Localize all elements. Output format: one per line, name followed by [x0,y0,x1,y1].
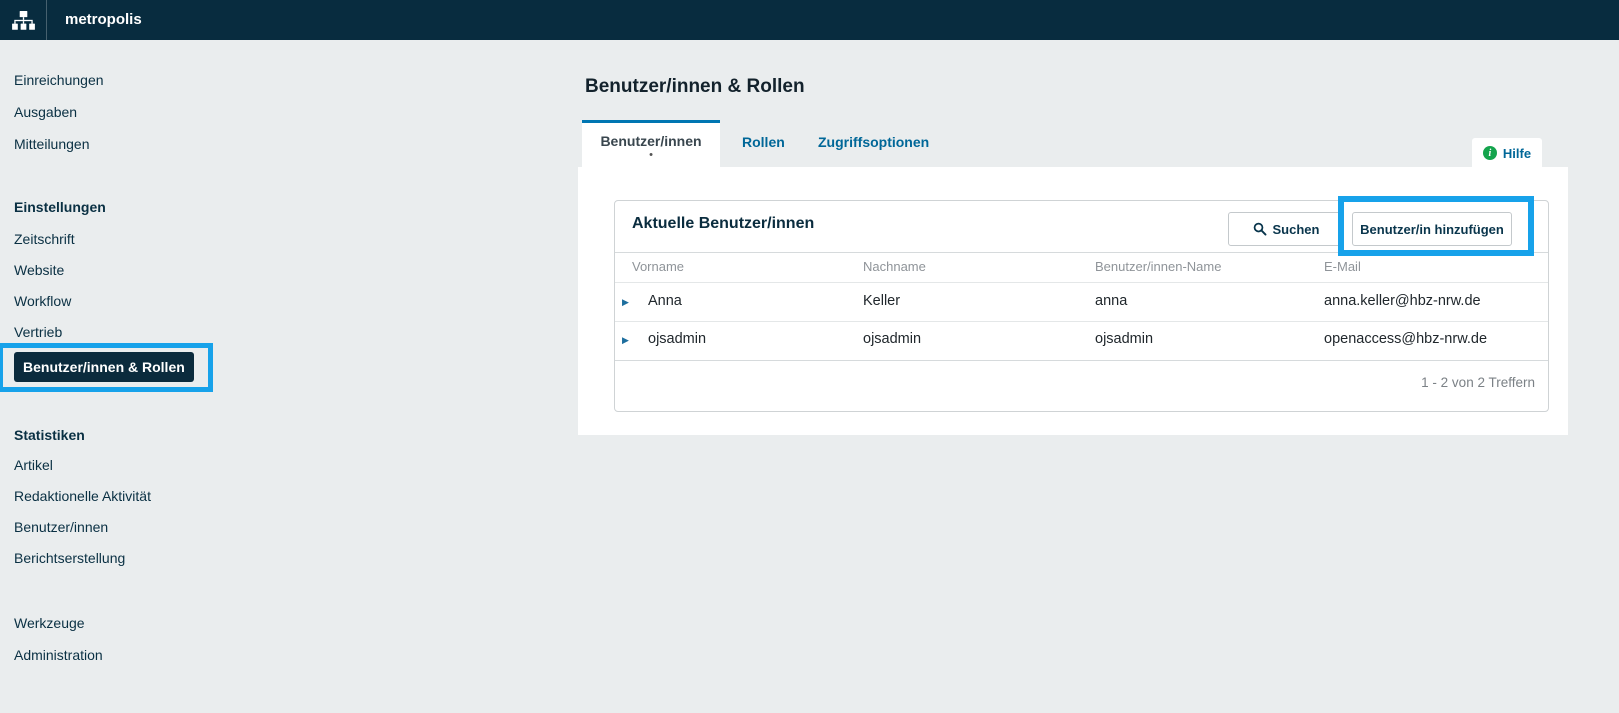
sidebar-item-einreichungen[interactable]: Einreichungen [14,72,104,88]
sidebar-section-statistiken: Statistiken [14,427,85,443]
cell-vorname: Anna [648,293,682,309]
results-count: 1 - 2 von 2 Treffern [1421,375,1535,390]
sidebar-item-redaktionelle-aktivitaet[interactable]: Redaktionelle Aktivität [14,488,151,504]
column-header-nachname: Nachname [863,259,926,274]
add-user-button-label: Benutzer/in hinzufügen [1360,222,1504,237]
cell-nachname: ojsadmin [863,331,921,347]
page-title: Benutzer/innen & Rollen [585,76,805,98]
column-header-benutzername: Benutzer/innen-Name [1095,259,1221,274]
cell-nachname: Keller [863,293,900,309]
sidebar-item-vertrieb[interactable]: Vertrieb [14,324,62,340]
sidebar-item-benutzer-innen[interactable]: Benutzer/innen [14,519,108,535]
column-header-divider [615,282,1548,283]
tab-indicator-dot: • [582,150,720,160]
tab-rollen[interactable]: Rollen [742,134,785,150]
sitemap-icon [12,11,35,30]
footer-divider [615,360,1548,361]
sidebar-item-workflow[interactable]: Workflow [14,293,71,309]
sidebar-item-administration[interactable]: Administration [14,647,103,663]
tab-zugriffsoptionen[interactable]: Zugriffsoptionen [818,134,929,150]
search-button[interactable]: Suchen [1228,212,1344,246]
sidebar-item-werkzeuge[interactable]: Werkzeuge [14,615,85,631]
cell-benutzername: ojsadmin [1095,331,1153,347]
search-button-label: Suchen [1273,222,1320,237]
topbar: metropolis [0,0,1619,40]
grid-title: Aktuelle Benutzer/innen [632,215,814,233]
site-nav-toggle[interactable] [0,0,47,40]
row-divider [615,321,1548,322]
sidebar-item-benutzer-innen-rollen[interactable]: Benutzer/innen & Rollen [14,352,194,382]
row-expander-icon[interactable]: ▶ [622,334,629,346]
app-window: metropolis Einreichungen Ausgaben Mittei… [0,0,1619,713]
cell-vorname: ojsadmin [648,331,706,347]
sidebar-item-mitteilungen[interactable]: Mitteilungen [14,136,90,152]
tab-benutzer-innen[interactable]: Benutzer/innen • [582,120,720,167]
cell-email: anna.keller@hbz-nrw.de [1324,293,1481,309]
sidebar-item-ausgaben[interactable]: Ausgaben [14,104,77,120]
column-header-email: E-Mail [1324,259,1361,274]
row-expander-icon[interactable]: ▶ [622,296,629,308]
grid-header-divider [615,252,1548,253]
journal-brand[interactable]: metropolis [65,0,142,40]
tab-benutzer-innen-label: Benutzer/innen [582,133,720,149]
info-icon: i [1483,146,1497,160]
sidebar-section-einstellungen: Einstellungen [14,199,106,215]
search-icon [1253,222,1267,236]
cell-benutzername: anna [1095,293,1127,309]
column-header-vorname: Vorname [632,259,684,274]
help-button[interactable]: i Hilfe [1472,138,1542,168]
add-user-button[interactable]: Benutzer/in hinzufügen [1352,212,1512,246]
help-button-label: Hilfe [1503,146,1531,161]
cell-email: openaccess@hbz-nrw.de [1324,331,1487,347]
sidebar-item-berichtserstellung[interactable]: Berichtserstellung [14,550,125,566]
sidebar-item-zeitschrift[interactable]: Zeitschrift [14,231,75,247]
sidebar-item-website[interactable]: Website [14,262,64,278]
sidebar-item-artikel[interactable]: Artikel [14,457,53,473]
